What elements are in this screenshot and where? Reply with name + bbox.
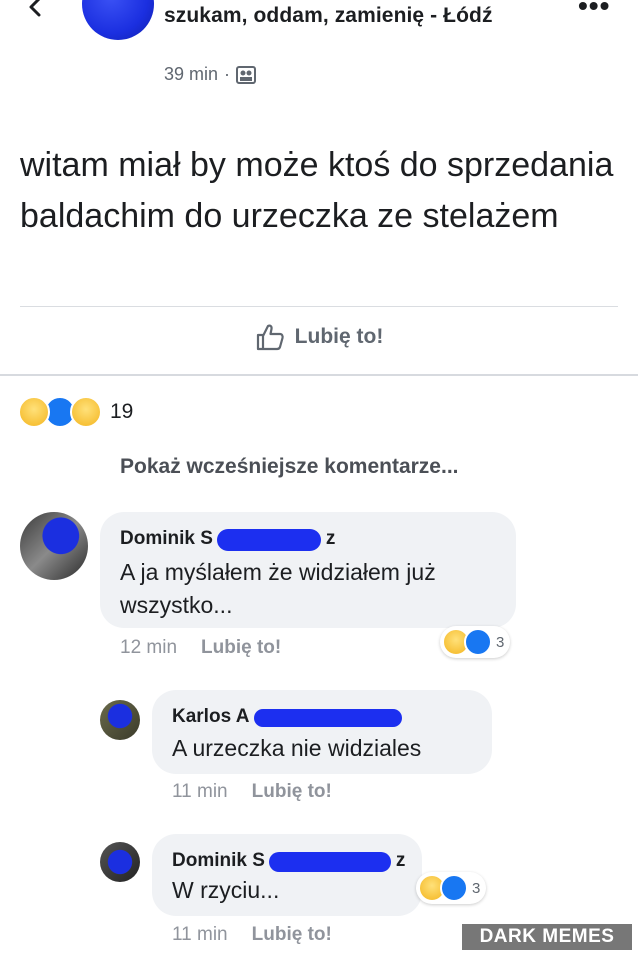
show-earlier-comments-link[interactable]: Pokaż wcześniejsze komentarze...: [120, 455, 458, 479]
comment-reactions[interactable]: 3: [440, 626, 511, 658]
comment-bubble: Karlos A A urzeczka nie widziales: [152, 690, 492, 774]
haha-emoji-icon: [18, 396, 50, 428]
reactions-summary[interactable]: 19: [18, 396, 133, 428]
name-redaction: [269, 851, 392, 872]
thumbs-up-icon: [256, 324, 284, 351]
name-redaction: [217, 528, 322, 551]
name-redaction: [253, 708, 402, 727]
comment-text: A ja myślałem że widziałem już wszystko.…: [120, 559, 436, 618]
section-divider: [0, 374, 638, 376]
commenter-avatar[interactable]: [100, 700, 140, 740]
reaction-count: 19: [110, 400, 134, 423]
comment-bubble: Dominik S z W rzyciu...: [152, 834, 422, 916]
comment-reaction-count: 3: [472, 879, 481, 897]
group-avatar[interactable]: [82, 0, 154, 40]
meta-separator: ·: [224, 64, 231, 84]
comment-like-button[interactable]: Lubię to!: [252, 924, 332, 946]
comment-text: A urzeczka nie widziales: [172, 735, 422, 761]
group-privacy-icon: [236, 65, 257, 84]
comment-actions: 12 min Lubię to!: [120, 637, 281, 659]
post-time[interactable]: 39 min: [164, 64, 218, 85]
commenter-avatar[interactable]: [20, 512, 88, 580]
comment-like-button[interactable]: Lubię to!: [201, 637, 281, 659]
comment-like-button[interactable]: Lubię to!: [252, 781, 332, 803]
post-like-label: Lubię to!: [294, 325, 384, 348]
comment-time[interactable]: 12 min: [120, 637, 177, 659]
comment-reaction-count: 3: [496, 633, 505, 651]
comment-text: W rzyciu...: [172, 877, 280, 903]
comment-bubble: Dominik S z A ja myślałem że widziałem j…: [100, 512, 516, 628]
comment-actions: 11 min Lubię to!: [172, 924, 332, 946]
post-divider: [20, 306, 618, 307]
like-emoji-icon: [464, 628, 492, 656]
comment-time[interactable]: 11 min: [172, 781, 228, 803]
post-text: witam miał by może ktoś do sprzedania ba…: [20, 146, 614, 235]
comment-actions: 11 min Lubię to!: [172, 781, 332, 803]
group-name[interactable]: szukam, oddam, zamienię - Łódź: [164, 4, 493, 28]
commenter-avatar[interactable]: [100, 842, 140, 882]
like-emoji-icon: [440, 874, 468, 902]
comment-reactions[interactable]: 3: [416, 872, 487, 904]
commenter-name[interactable]: Dominik S z: [172, 850, 405, 872]
watermark-logo: DARK MEMES: [462, 924, 632, 950]
wow-emoji-icon: [70, 396, 102, 428]
more-options-icon[interactable]: •••: [578, 0, 610, 20]
commenter-name[interactable]: Dominik S z: [120, 528, 335, 551]
commenter-name[interactable]: Karlos A: [172, 706, 402, 728]
comment-time[interactable]: 11 min: [172, 924, 228, 946]
back-arrow-icon[interactable]: [24, 0, 48, 20]
post-meta: 39 min ·: [164, 64, 257, 85]
post-like-button[interactable]: Lubię to!: [0, 322, 638, 352]
